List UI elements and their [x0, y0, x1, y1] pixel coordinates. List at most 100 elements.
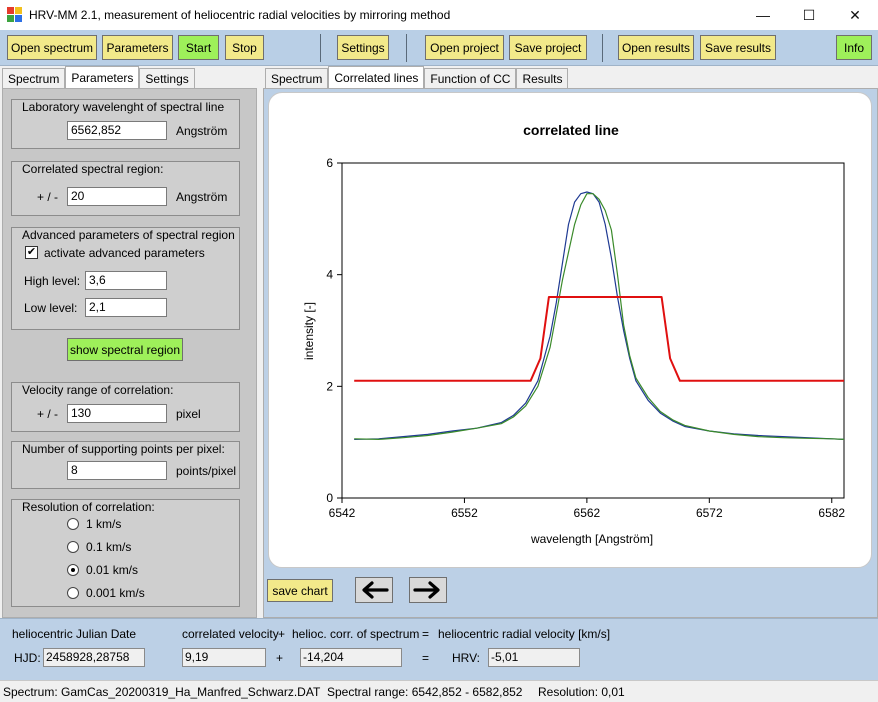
correlated-region-group: Correlated spectral region: + / - 20 Ang…	[11, 161, 240, 216]
lab-wavelength-title: Laboratory wavelenght of spectral line	[22, 100, 225, 114]
save-results-button[interactable]: Save results	[700, 35, 776, 60]
y-tick-label: 2	[326, 379, 333, 393]
helioc-corr-header: helioc. corr. of spectrum	[292, 627, 420, 641]
supporting-points-input[interactable]: 8	[67, 461, 167, 480]
maximize-button[interactable]: ☐	[786, 0, 832, 30]
x-tick-label: 6552	[451, 506, 478, 520]
supporting-points-unit: points/pixel	[176, 464, 237, 478]
advanced-parameters-group: Advanced parameters of spectral region ✔…	[11, 227, 240, 330]
status-bar: Spectrum: GamCas_20200319_Ha_Manfred_Sch…	[0, 680, 878, 702]
tab-spectrum[interactable]: Spectrum	[2, 68, 66, 88]
velocity-range-group: Velocity range of correlation: + / - 130…	[11, 382, 240, 432]
window-title: HRV-MM 2.1, measurement of heliocentric …	[29, 8, 451, 22]
tab-settings[interactable]: Settings	[139, 68, 195, 88]
open-project-button[interactable]: Open project	[425, 35, 504, 60]
prev-button[interactable]	[355, 577, 393, 603]
supporting-points-group: Number of supporting points per pixel: 8…	[11, 441, 240, 489]
toolbar-separator	[602, 34, 603, 62]
toolbar: Open spectrum Parameters Start Stop Sett…	[0, 30, 878, 66]
low-level-label: Low level:	[24, 301, 78, 315]
parameters-button[interactable]: Parameters	[102, 35, 173, 60]
velocity-range-unit: pixel	[176, 407, 201, 421]
x-tick-label: 6582	[818, 506, 845, 520]
equals-sign: =	[422, 651, 430, 665]
right-panel: Spectrum Correlated lines Function of CC…	[263, 66, 878, 618]
minimize-button[interactable]: —	[740, 0, 786, 30]
open-spectrum-button[interactable]: Open spectrum	[7, 35, 97, 60]
plot-frame	[341, 162, 845, 499]
parameters-panel: Laboratory wavelenght of spectral line 6…	[2, 88, 257, 618]
equals-sign: =	[422, 627, 430, 641]
resolution-radio-1[interactable]	[67, 518, 79, 530]
next-button[interactable]	[409, 577, 447, 603]
tab-results[interactable]: Results	[516, 68, 569, 88]
settings-button[interactable]: Settings	[337, 35, 389, 60]
correlated-region-unit: Angström	[176, 190, 228, 204]
x-tick-label: 6562	[574, 506, 601, 520]
resolution-option-label: 1 km/s	[86, 517, 122, 531]
series-line-2	[354, 296, 844, 382]
velocity-range-prefix: + / -	[37, 407, 59, 421]
resolution-radio-0-001[interactable]	[67, 587, 79, 599]
advanced-parameters-title: Advanced parameters of spectral region	[22, 228, 235, 242]
status-range: Spectral range: 6542,852 - 6582,852	[327, 685, 523, 699]
stop-button[interactable]: Stop	[225, 35, 264, 60]
resolution-group: Resolution of correlation: 1 km/s 0.1 km…	[11, 499, 240, 607]
title-bar: HRV-MM 2.1, measurement of heliocentric …	[0, 0, 878, 30]
chart-area: correlated line wavelength [Angström] in…	[268, 92, 872, 568]
activate-advanced-label: activate advanced parameters	[44, 246, 205, 260]
correlated-velocity-value[interactable]: 9,19	[182, 648, 266, 667]
resolution-radio-0-1[interactable]	[67, 541, 79, 553]
status-spectrum: Spectrum: GamCas_20200319_Ha_Manfred_Sch…	[3, 685, 321, 699]
hjd-value[interactable]: 2458928,28758	[43, 648, 145, 667]
hjd-header: heliocentric Julian Date	[12, 627, 137, 641]
high-level-input[interactable]: 3,6	[85, 271, 167, 290]
tab-correlated-lines[interactable]: Correlated lines	[328, 66, 425, 88]
right-arrow-icon	[413, 581, 440, 599]
y-tick-label: 6	[326, 156, 333, 170]
tab-function-of-cc[interactable]: Function of CC	[424, 68, 517, 88]
show-spectral-region-button[interactable]: show spectral region	[67, 338, 183, 361]
status-resolution: Resolution: 0,01	[538, 685, 625, 699]
hrv-header: heliocentric radial velocity [km/s]	[438, 627, 611, 641]
plus-sign: +	[276, 651, 284, 665]
app-icon	[7, 7, 23, 23]
low-level-input[interactable]: 2,1	[85, 298, 167, 317]
chart-title: correlated line	[523, 122, 619, 138]
helioc-corr-value[interactable]: -14,204	[300, 648, 402, 667]
resolution-title: Resolution of correlation:	[22, 500, 155, 514]
correlated-velocity-header: correlated velocity	[182, 627, 279, 641]
tab-parameters[interactable]: Parameters	[65, 66, 140, 88]
high-level-label: High level:	[24, 274, 81, 288]
resolution-radio-0-01[interactable]	[67, 564, 79, 576]
correlated-line-chart: correlated line wavelength [Angström] in…	[302, 122, 845, 546]
save-project-button[interactable]: Save project	[509, 35, 587, 60]
start-button[interactable]: Start	[178, 35, 219, 60]
correlated-region-input[interactable]: 20	[67, 187, 167, 206]
activate-advanced-checkbox[interactable]: ✔	[25, 246, 38, 259]
velocity-range-input[interactable]: 130	[67, 404, 167, 423]
resolution-option-label: 0.001 km/s	[86, 586, 145, 600]
hrv-label: HRV:	[452, 651, 481, 665]
velocity-range-title: Velocity range of correlation:	[22, 383, 174, 397]
correlated-region-prefix: + / -	[37, 190, 59, 204]
toolbar-separator	[320, 34, 321, 62]
lab-wavelength-unit: Angström	[176, 124, 228, 138]
close-button[interactable]: ✕	[832, 0, 878, 30]
hrv-value[interactable]: -5,01	[488, 648, 580, 667]
tab-spectrum-view[interactable]: Spectrum	[265, 68, 329, 88]
info-button[interactable]: Info	[836, 35, 872, 60]
hjd-label: HJD:	[14, 651, 41, 665]
x-tick-label: 6572	[696, 506, 723, 520]
resolution-option-label: 0.01 km/s	[86, 563, 139, 577]
lab-wavelength-input[interactable]: 6562,852	[67, 121, 167, 140]
correlated-lines-panel: correlated line wavelength [Angström] in…	[263, 88, 878, 618]
correlated-region-title: Correlated spectral region:	[22, 162, 164, 176]
open-results-button[interactable]: Open results	[618, 35, 694, 60]
plus-sign: +	[278, 627, 286, 641]
supporting-points-title: Number of supporting points per pixel:	[22, 442, 225, 456]
save-chart-button[interactable]: save chart	[267, 579, 333, 602]
results-bar: heliocentric Julian Date correlated velo…	[0, 618, 878, 680]
y-tick-label: 4	[326, 268, 333, 282]
series-line-0	[354, 191, 845, 440]
